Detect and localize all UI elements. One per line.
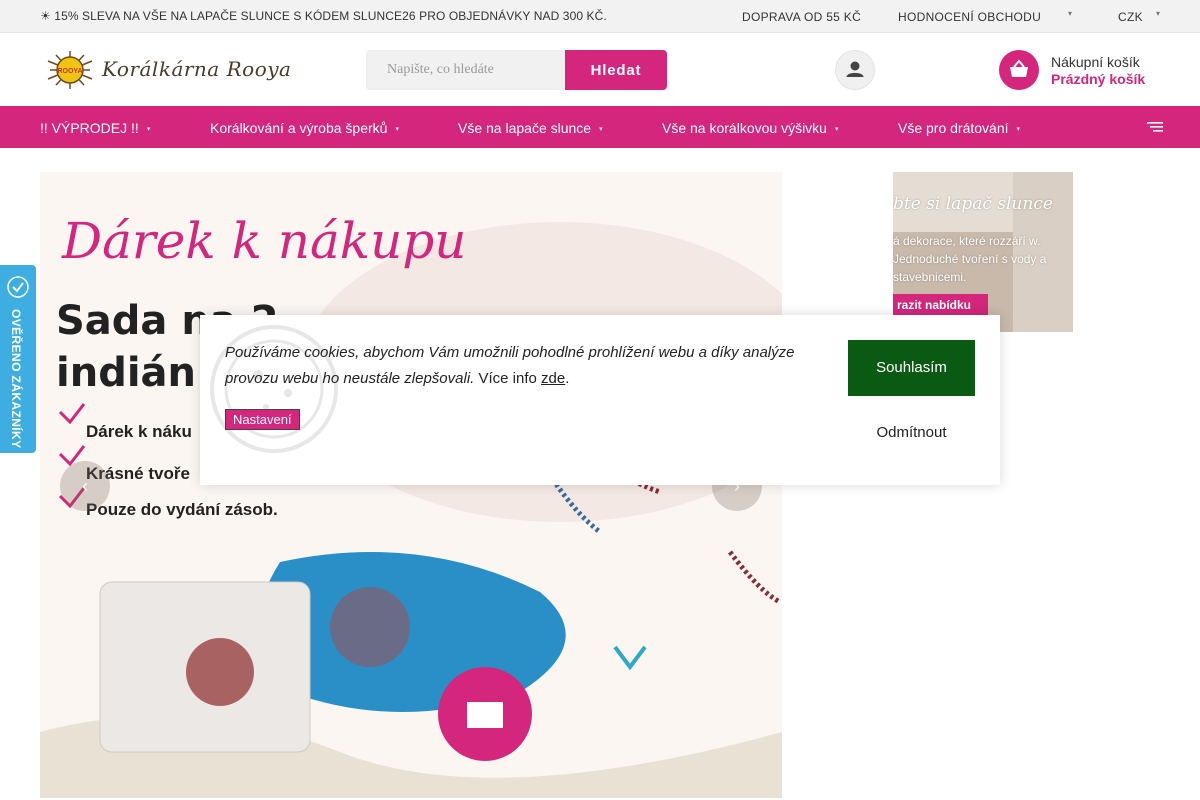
user-icon [846, 61, 864, 77]
carousel-prev-button[interactable]: ‹ [60, 461, 110, 511]
cart-button[interactable] [999, 50, 1039, 90]
chevron-down-icon: ▾ [146, 126, 151, 134]
side-banner-text: á dekorace, které rozzáří w. Jednoduché … [893, 234, 1047, 284]
promo-text: ☀ 15% SLEVA NA VŠE NA LAPAČE SLUNCE S KÓ… [40, 9, 607, 23]
logo[interactable]: ROOYA Korálkárna Rooya [44, 49, 291, 91]
search-form: Hledat [366, 50, 667, 90]
chevron-down-icon: ▾ [599, 126, 603, 134]
nav-item-bead-embroidery[interactable]: Vše na korálkovou výšivku ▾ [662, 120, 838, 136]
nav-item-label: Vše na korálkovou výšivku [662, 120, 827, 136]
chevron-down-icon: ▾ [1016, 126, 1021, 134]
chevron-down-icon: ▾ [834, 126, 839, 134]
currency-select[interactable]: CZK [1118, 10, 1143, 24]
chevron-down-icon[interactable]: ▾ [1068, 9, 1072, 18]
side-banner-button[interactable]: razit nabídku [893, 294, 988, 316]
verified-seal-icon [7, 276, 29, 298]
side-banner[interactable]: bte si lapač slunce á dekorace, které ro… [893, 172, 1073, 332]
nav-item-label: Vše pro drátování [898, 120, 1009, 136]
verified-badge-text: OVĚŘENO ZÁKAZNÍKY [9, 309, 23, 449]
cart-title[interactable]: Nákupní košík [1051, 54, 1140, 70]
top-bar: ☀ 15% SLEVA NA VŠE NA LAPAČE SLUNCE S KÓ… [0, 0, 1200, 33]
chevron-down-icon: ▾ [395, 126, 399, 134]
cart-status[interactable]: Prázdný košík [1051, 71, 1145, 87]
hero-subtitle-line-2: indián [56, 350, 196, 396]
hero-bullet: Dárek k náku [86, 422, 192, 441]
main-nav: !! VÝPRODEJ !! ▾ Korálkování a výroba špe… [0, 106, 1200, 148]
hero-banner[interactable]: Dárek k nákupu Sada na 2 indián Dárek k … [40, 172, 782, 798]
nav-item-beading[interactable]: Korálkování a výroba šperků ▾ [210, 120, 399, 136]
nav-item-suncatchers[interactable]: Vše na lapače slunce ▾ [458, 120, 603, 136]
basket-icon [1010, 59, 1028, 77]
cookie-agree-button[interactable]: Souhlasím [848, 340, 975, 396]
side-banner-title: bte si lapač slunce [893, 194, 1053, 214]
shipping-link[interactable]: DOPRAVA OD 55 KČ [742, 10, 861, 24]
cookie-decline-button[interactable]: Odmítnout [848, 413, 975, 453]
cookie-dialog: Používáme cookies, abychom Vám umožnili … [200, 315, 1000, 485]
hero-title: Dárek k nákupu [62, 212, 467, 270]
nav-item-label: Korálkování a výroba šperků [210, 120, 388, 136]
cookie-settings-button[interactable]: Nastavení [225, 409, 300, 430]
header: ROOYA Korálkárna Rooya Hledat Nákupní ko… [0, 33, 1200, 106]
logo-text: Korálkárna Rooya [102, 57, 292, 81]
cookie-message: Používáme cookies, abychom Vám umožnili … [225, 340, 815, 392]
cookie-period: . [565, 370, 570, 387]
user-account-button[interactable] [835, 50, 875, 90]
reviews-link[interactable]: HODNOCENÍ OBCHODU [898, 10, 1041, 24]
hero-bullet: Pouze do vydání zásob. [86, 500, 278, 519]
nav-item-label: !! VÝPRODEJ !! [40, 120, 139, 136]
more-info-link[interactable]: zde [541, 370, 565, 387]
nav-item-label: Vše na lapače slunce [458, 120, 592, 136]
chevron-down-icon[interactable]: ▾ [1156, 9, 1160, 18]
nav-item-wirework[interactable]: Vše pro drátování ▾ [898, 120, 1020, 136]
search-button[interactable]: Hledat [565, 50, 667, 90]
logo-sun-icon: ROOYA [47, 51, 93, 89]
nav-item-sale[interactable]: !! VÝPRODEJ !! ▾ [40, 120, 150, 136]
search-input[interactable] [366, 50, 565, 90]
verified-customers-badge[interactable]: OVĚŘENO ZÁKAZNÍKY [0, 265, 36, 453]
logo-badge-text: ROOYA [57, 68, 82, 75]
menu-icon[interactable] [1147, 121, 1163, 133]
more-info-text: Více info [478, 370, 537, 387]
